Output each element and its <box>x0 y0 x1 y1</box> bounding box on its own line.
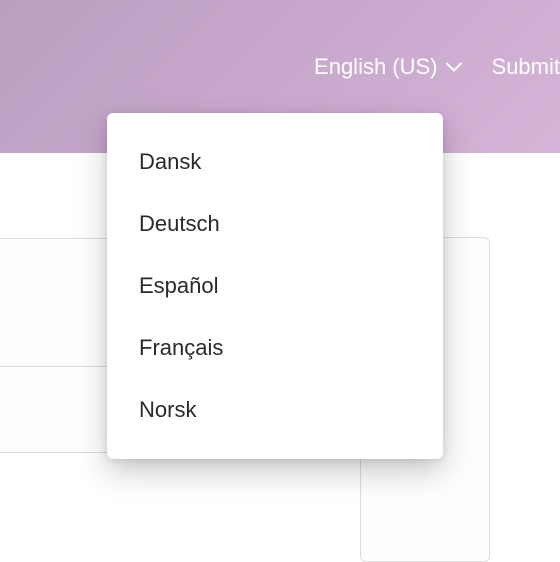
language-option-deutsch[interactable]: Deutsch <box>107 193 443 255</box>
language-current-label: English (US) <box>314 54 437 80</box>
language-option-dansk[interactable]: Dansk <box>107 131 443 193</box>
language-selector[interactable]: English (US) <box>314 54 461 80</box>
language-dropdown: Dansk Deutsch Español Français Norsk <box>107 113 443 459</box>
language-option-label: Norsk <box>139 397 196 422</box>
language-option-label: Español <box>139 273 219 298</box>
language-option-label: Deutsch <box>139 211 220 236</box>
submit-link[interactable]: Submit <box>492 54 560 80</box>
language-option-norsk[interactable]: Norsk <box>107 379 443 441</box>
panel-divider <box>0 366 119 367</box>
language-option-label: Français <box>139 335 223 360</box>
background-panel-left <box>0 238 120 453</box>
submit-label: Submit <box>492 54 560 79</box>
chevron-down-icon <box>446 62 462 72</box>
language-option-espanol[interactable]: Español <box>107 255 443 317</box>
language-option-francais[interactable]: Français <box>107 317 443 379</box>
language-option-label: Dansk <box>139 149 201 174</box>
top-nav: English (US) Submit <box>314 54 560 80</box>
